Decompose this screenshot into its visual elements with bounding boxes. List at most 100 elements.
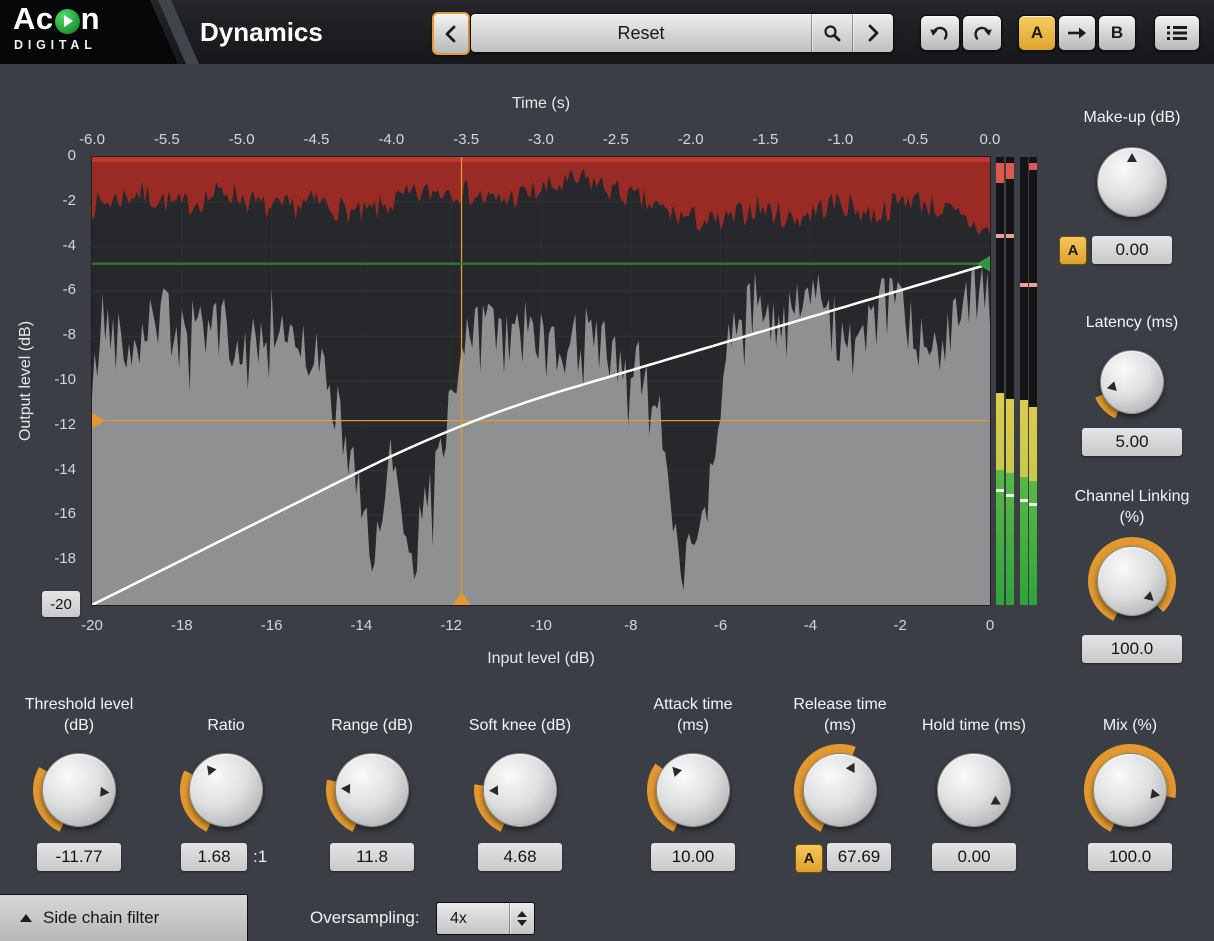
output-tick: -4	[34, 237, 76, 254]
ab-copy-button[interactable]	[1058, 15, 1096, 51]
time-tick: -1.0	[815, 131, 865, 148]
mix-value[interactable]: 100.0	[1088, 843, 1172, 871]
latency-label: Latency (ms)	[1077, 289, 1187, 333]
time-tick: -1.5	[740, 131, 790, 148]
time-tick: -6.0	[67, 131, 117, 148]
input-tick: -12	[426, 617, 476, 634]
logo-play-icon	[55, 9, 80, 34]
meter-bar	[1006, 157, 1014, 605]
input-tick: -20	[67, 617, 117, 634]
meter-bar	[1029, 157, 1037, 605]
ratio-knob[interactable]	[180, 744, 272, 836]
ratio-unit: :1	[253, 843, 267, 871]
search-icon	[822, 23, 842, 43]
latency-knob[interactable]	[1092, 342, 1172, 422]
time-tick: -4.0	[366, 131, 416, 148]
chevron-left-icon	[444, 24, 458, 44]
latency-value[interactable]: 5.00	[1082, 428, 1182, 456]
time-tick: -4.5	[291, 131, 341, 148]
input-tick: -14	[336, 617, 386, 634]
input-tick: -18	[157, 617, 207, 634]
side-chain-filter-button[interactable]: Side chain filter	[0, 894, 248, 941]
menu-list-icon	[1166, 24, 1188, 42]
input-tick: -6	[696, 617, 746, 634]
attack-value[interactable]: 10.00	[651, 843, 735, 871]
input-tick: -10	[516, 617, 566, 634]
output-tick: -8	[34, 326, 76, 343]
hold-knob[interactable]	[928, 744, 1020, 836]
channel-linking-knob[interactable]	[1088, 537, 1176, 625]
attack-knob[interactable]	[647, 744, 739, 836]
spinner-up-icon	[517, 911, 527, 917]
time-tick: -5.0	[217, 131, 267, 148]
redo-button[interactable]	[962, 15, 1002, 51]
threshold-value[interactable]: -11.77	[37, 843, 121, 871]
redo-icon	[971, 23, 993, 43]
mix-knob[interactable]	[1084, 744, 1176, 836]
menu-button[interactable]	[1154, 15, 1200, 51]
hold-value[interactable]: 0.00	[932, 843, 1016, 871]
meter-bar	[1020, 157, 1028, 605]
threshold-knob[interactable]	[33, 744, 125, 836]
ratio-value[interactable]: 1.68	[181, 843, 247, 871]
hold-label: Hold time (ms)	[919, 692, 1029, 736]
preset-next-button[interactable]	[852, 14, 893, 52]
arrow-right-icon	[1067, 26, 1087, 40]
axis-corner-value: -20	[42, 591, 80, 617]
undo-icon	[929, 23, 951, 43]
logo-text-1: Ac	[13, 1, 54, 37]
makeup-ab-badge[interactable]: A	[1059, 236, 1087, 265]
header-bar: Acn DIGITAL Dynamics Reset A B	[0, 0, 1214, 64]
preset-previous-button[interactable]	[432, 12, 470, 55]
time-axis-label: Time (s)	[441, 95, 641, 113]
range-knob[interactable]	[326, 744, 418, 836]
release-knob[interactable]	[794, 744, 886, 836]
dynamics-transfer-graph[interactable]	[92, 157, 990, 605]
softknee-label: Soft knee (dB)	[465, 692, 575, 736]
ab-compare-a-button[interactable]: A	[1018, 15, 1056, 51]
preset-bar[interactable]: Reset	[470, 13, 894, 53]
plugin-title: Dynamics	[200, 0, 323, 64]
triangle-up-icon	[20, 914, 32, 922]
release-value[interactable]: 67.69	[827, 843, 891, 871]
makeup-knob[interactable]	[1088, 138, 1176, 226]
mix-label: Mix (%)	[1075, 692, 1185, 736]
time-tick: -2.0	[666, 131, 716, 148]
output-tick: -6	[34, 281, 76, 298]
time-tick: 0.0	[965, 131, 1015, 148]
undo-button[interactable]	[920, 15, 960, 51]
output-tick: -16	[34, 505, 76, 522]
makeup-label: Make-up (dB)	[1077, 84, 1187, 128]
input-tick: -2	[875, 617, 925, 634]
time-tick: -0.5	[890, 131, 940, 148]
time-tick: -3.0	[516, 131, 566, 148]
oversampling-value: 4x	[437, 903, 509, 934]
channel-linking-label: Channel Linking (%)	[1072, 484, 1192, 528]
ab-compare-b-button[interactable]: B	[1098, 15, 1136, 51]
logo-wordmark: Acn	[13, 1, 100, 37]
release-ab-badge[interactable]: A	[795, 844, 823, 873]
preset-search-button[interactable]	[811, 14, 852, 52]
level-meters	[996, 157, 1040, 605]
input-tick: 0	[965, 617, 1015, 634]
attack-label: Attack time (ms)	[638, 692, 748, 736]
output-tick: -2	[34, 192, 76, 209]
input-axis-label: Input level (dB)	[441, 650, 641, 668]
dynamics-plugin-window: Acn DIGITAL Dynamics Reset A B	[0, 0, 1214, 941]
output-tick: -14	[34, 461, 76, 478]
range-value[interactable]: 11.8	[330, 843, 414, 871]
preset-name[interactable]: Reset	[471, 14, 811, 52]
output-tick: -18	[34, 550, 76, 567]
threshold-label: Threshold level (dB)	[24, 692, 134, 736]
output-tick: -10	[34, 371, 76, 388]
range-label: Range (dB)	[317, 692, 427, 736]
time-tick: -5.5	[142, 131, 192, 148]
chevron-right-icon	[866, 23, 880, 43]
softknee-value[interactable]: 4.68	[478, 843, 562, 871]
dropdown-spinner[interactable]	[509, 903, 534, 934]
logo-subtext: DIGITAL	[14, 38, 97, 52]
makeup-value[interactable]: 0.00	[1092, 236, 1172, 264]
softknee-knob[interactable]	[474, 744, 566, 836]
channel-linking-value[interactable]: 100.0	[1082, 635, 1182, 663]
oversampling-dropdown[interactable]: 4x	[436, 902, 535, 935]
